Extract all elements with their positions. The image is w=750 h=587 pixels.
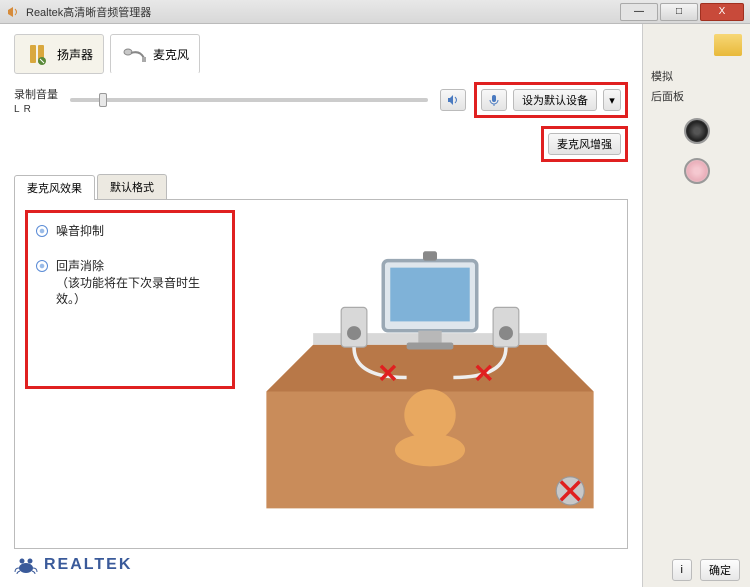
microphone-icon: [121, 41, 147, 67]
volume-thumb[interactable]: [99, 93, 107, 107]
mic-boost-button[interactable]: 麦克风增强: [548, 133, 621, 155]
minimize-button[interactable]: —: [620, 3, 658, 21]
channel-L: L: [14, 104, 20, 115]
window-title: Realtek高清晰音频管理器: [26, 4, 620, 20]
jack-black[interactable]: [684, 118, 710, 144]
option-echo-cancel[interactable]: 回声消除 （该功能将在下次录音时生效。）: [36, 258, 224, 308]
volume-label-area: 录制音量 L R: [14, 86, 58, 115]
close-button[interactable]: X: [700, 3, 744, 21]
radio-icon: [36, 225, 48, 237]
info-button[interactable]: i: [672, 559, 692, 581]
side-panel: 模拟 后面板: [642, 24, 750, 587]
device-tabs: 扬声器 麦克风: [14, 34, 628, 74]
echo-cancel-note: （该功能将在下次录音时生效。）: [56, 276, 200, 307]
tab-microphone[interactable]: 麦克风: [110, 34, 200, 74]
analog-label: 模拟: [651, 68, 742, 84]
highlight-box-controls: 设为默认设备 ▾: [474, 82, 628, 118]
echo-cancel-label: 回声消除 （该功能将在下次录音时生效。）: [56, 258, 224, 308]
sub-tabs: 麦克风效果 默认格式: [14, 174, 628, 200]
highlight-box-boost: 麦克风增强: [541, 126, 628, 162]
footer: REALTEK: [14, 549, 628, 581]
speaker-sound-icon: [446, 93, 460, 107]
illustration: [243, 210, 617, 538]
window-buttons: — □ X: [620, 3, 744, 21]
noise-suppression-label: 噪音抑制: [56, 223, 104, 240]
jack-pink[interactable]: [684, 158, 710, 184]
option-noise-suppression[interactable]: 噪音抑制: [36, 223, 224, 240]
ok-label: 确定: [709, 562, 731, 578]
folder-icon[interactable]: [714, 34, 742, 56]
info-icon: i: [681, 564, 683, 576]
set-default-button[interactable]: 设为默认设备: [513, 89, 597, 111]
radio-icon: [36, 260, 48, 272]
mic-boost-label: 麦克风增强: [557, 136, 612, 152]
volume-slider[interactable]: [70, 98, 428, 102]
volume-label: 录制音量: [14, 86, 58, 102]
speaker-icon: [25, 41, 51, 67]
echo-cancel-title: 回声消除: [56, 259, 104, 273]
mute-button[interactable]: [440, 89, 466, 111]
logo-text: REALTEK: [44, 556, 132, 574]
mic-array-icon: [487, 93, 501, 107]
maximize-button[interactable]: □: [660, 3, 698, 21]
crab-icon: [14, 555, 38, 575]
mic-settings-button[interactable]: [481, 89, 507, 111]
options-column: 噪音抑制 回声消除 （该功能将在下次录音时生效。）: [25, 210, 235, 538]
effects-panel: 噪音抑制 回声消除 （该功能将在下次录音时生效。）: [14, 200, 628, 549]
tab-mic-effects[interactable]: 麦克风效果: [14, 175, 95, 200]
channel-R: R: [24, 104, 31, 115]
set-default-label: 设为默认设备: [522, 92, 588, 108]
title-bar: Realtek高清晰音频管理器 — □ X: [0, 0, 750, 24]
set-default-dropdown[interactable]: ▾: [603, 89, 621, 111]
tab-speaker[interactable]: 扬声器: [14, 34, 104, 74]
bottom-buttons: i 确定: [672, 559, 740, 581]
chevron-down-icon: ▾: [609, 94, 615, 107]
tab-default-format[interactable]: 默认格式: [97, 174, 167, 199]
highlight-box-options: 噪音抑制 回声消除 （该功能将在下次录音时生效。）: [25, 210, 235, 389]
tab-speaker-label: 扬声器: [57, 46, 93, 63]
tab-microphone-label: 麦克风: [153, 46, 189, 63]
back-panel-label: 后面板: [651, 88, 742, 104]
volume-row: 录制音量 L R 设为默认设备 ▾: [14, 82, 628, 118]
app-icon: [6, 5, 20, 19]
desk-scene-icon: [243, 210, 617, 538]
realtek-logo: REALTEK: [14, 555, 132, 575]
ok-button[interactable]: 确定: [700, 559, 740, 581]
